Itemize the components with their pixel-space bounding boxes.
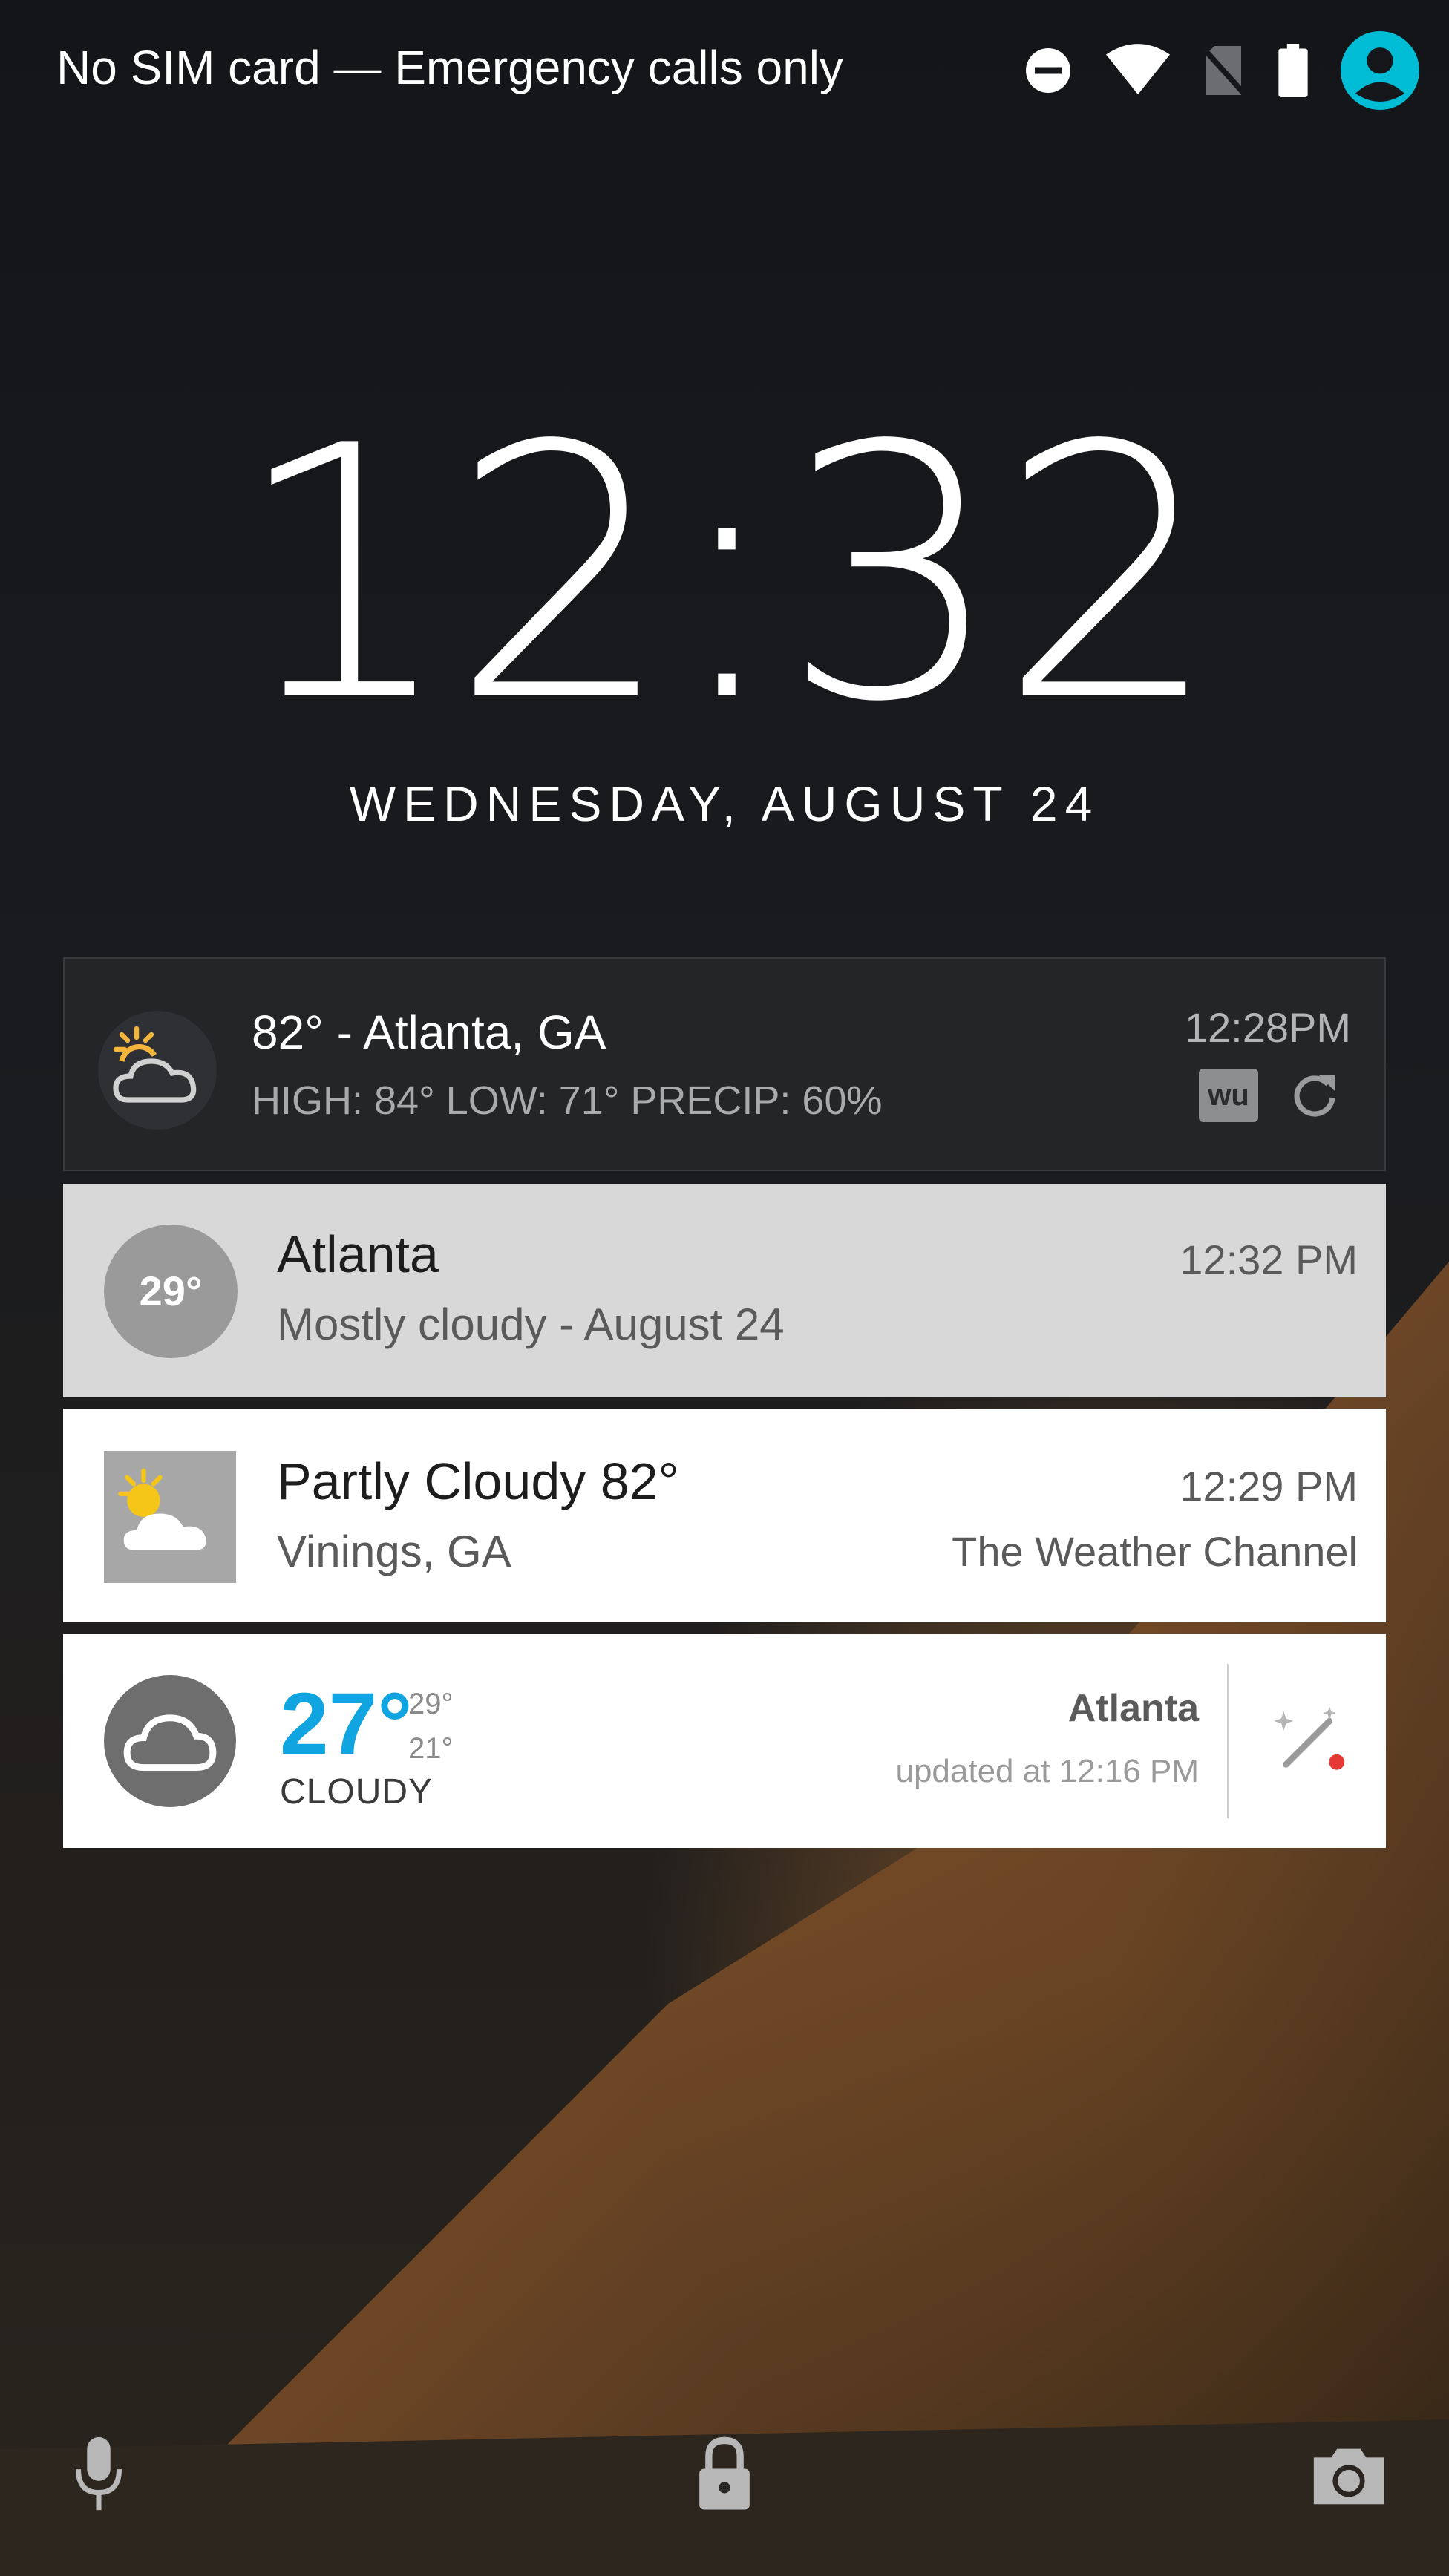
notification-source: The Weather Channel	[952, 1528, 1358, 1575]
notification-title: Atlanta	[277, 1225, 439, 1283]
status-bar: No SIM card — Emergency calls only	[0, 0, 1449, 148]
weather-condition: CLOUDY	[280, 1772, 434, 1812]
notification-time: 12:28PM	[1184, 1004, 1351, 1051]
do-not-disturb-icon	[1021, 44, 1075, 97]
refresh-icon[interactable]	[1288, 1069, 1341, 1122]
notification-atlanta-forecast[interactable]: 29° Atlanta Mostly cloudy - August 24 12…	[63, 1184, 1386, 1397]
user-avatar-icon[interactable]	[1341, 31, 1419, 110]
lock-icon[interactable]	[684, 2434, 765, 2516]
status-icons	[1021, 30, 1419, 111]
city-name: Atlanta	[1067, 1687, 1199, 1730]
notification-subtitle: Vinings, GA	[277, 1527, 511, 1576]
cloud-icon	[104, 1675, 236, 1807]
updated-time: updated at 12:16 PM	[895, 1753, 1199, 1789]
partly-cloudy-icon	[98, 1011, 217, 1130]
wifi-icon	[1106, 44, 1170, 97]
divider	[1227, 1664, 1229, 1818]
lockscreen-clock: 12:32	[232, 372, 1220, 778]
no-sim-icon	[1201, 44, 1246, 97]
magic-wand-icon[interactable]	[1262, 1692, 1358, 1789]
partly-cloudy-sun-icon	[104, 1451, 236, 1583]
battery-icon	[1277, 44, 1309, 97]
carrier-status: No SIM card — Emergency calls only	[56, 41, 843, 94]
notification-title: 82° - Atlanta, GA	[252, 1006, 606, 1059]
lockscreen-date: WEDNESDAY, AUGUST 24	[349, 776, 1100, 831]
low-temperature: 21°	[408, 1732, 454, 1765]
wu-logo[interactable]: wu	[1199, 1069, 1258, 1122]
camera-icon[interactable]	[1308, 2434, 1390, 2516]
notification-weather-channel[interactable]: Partly Cloudy 82° Vinings, GA 12:29 PM T…	[63, 1409, 1386, 1622]
high-temperature: 29°	[408, 1688, 454, 1720]
microphone-icon[interactable]	[58, 2434, 140, 2516]
notification-weather-widget[interactable]: 27° 29° 21° CLOUDY Atlanta updated at 12…	[63, 1634, 1386, 1848]
notification-time: 12:29 PM	[1180, 1463, 1358, 1510]
temperature-badge: 29°	[104, 1225, 238, 1358]
notification-title: Partly Cloudy 82°	[277, 1452, 679, 1510]
current-temperature: 27°	[280, 1675, 413, 1773]
notification-subtitle: Mostly cloudy - August 24	[277, 1300, 785, 1349]
notification-time: 12:32 PM	[1180, 1236, 1358, 1283]
notification-subtitle: HIGH: 84° LOW: 71° PRECIP: 60%	[252, 1078, 883, 1123]
notification-weather-underground[interactable]: 82° - Atlanta, GA HIGH: 84° LOW: 71° PRE…	[63, 957, 1386, 1171]
